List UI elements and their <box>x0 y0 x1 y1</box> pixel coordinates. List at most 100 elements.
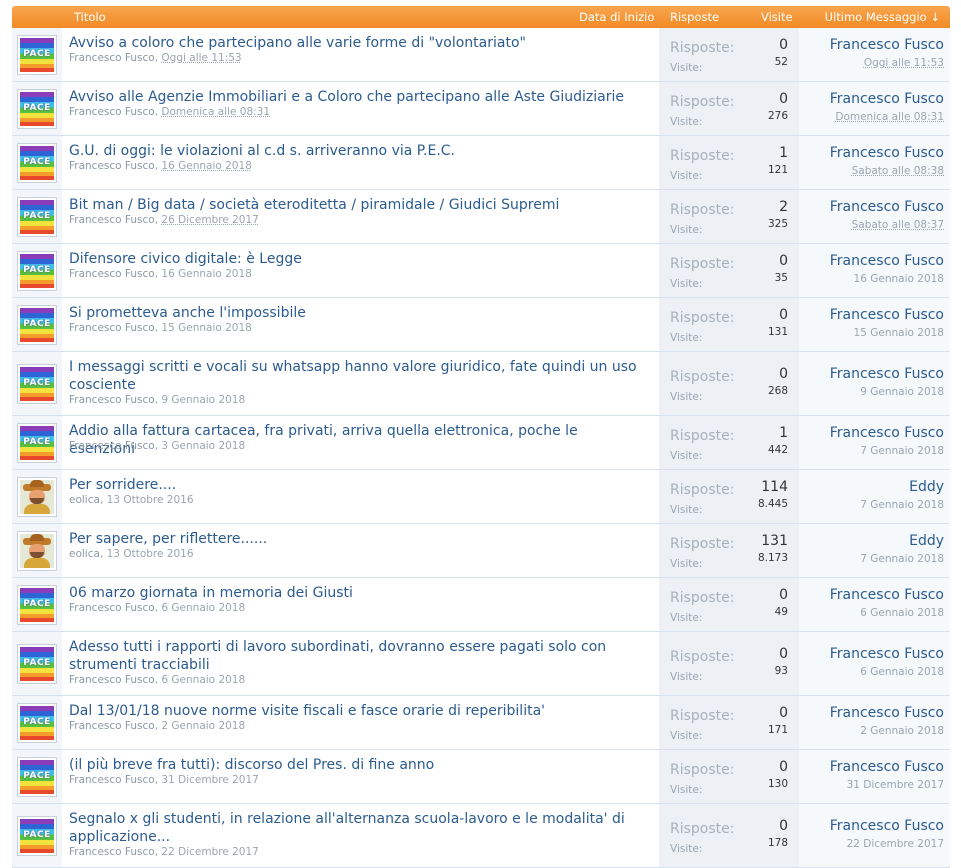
thread-author-link[interactable]: Francesco Fusco <box>69 106 155 118</box>
thread-author-link[interactable]: Francesco Fusco <box>69 440 155 452</box>
sort-by-start-date[interactable]: Data di Inizio <box>579 10 654 24</box>
last-message-user-link[interactable]: Eddy <box>909 479 944 495</box>
thread-author-link[interactable]: eolica <box>69 548 100 560</box>
last-message-user-link[interactable]: Eddy <box>909 533 944 549</box>
thread-start-date[interactable]: 6 Gennaio 2018 <box>161 674 245 686</box>
last-message-date-link[interactable]: 2 Gennaio 2018 <box>860 725 944 737</box>
thread-meta: Francesco Fusco, 2 Gennaio 2018 <box>69 720 246 732</box>
last-message-date-link[interactable]: Oggi alle 11:53 <box>864 57 944 69</box>
thread-author-link[interactable]: eolica <box>69 494 100 506</box>
last-message-user-link[interactable]: Francesco Fusco <box>830 587 944 603</box>
thread-title-link[interactable]: Dal 13/01/18 nuove norme visite fiscali … <box>69 702 644 720</box>
last-message-date-link[interactable]: 6 Gennaio 2018 <box>860 666 944 678</box>
sort-by-last-message[interactable]: Ultimo Messaggio ↓ <box>825 10 940 24</box>
thread-start-date[interactable]: 26 Dicembre 2017 <box>161 214 258 226</box>
thread-author-link[interactable]: Francesco Fusco <box>69 268 155 280</box>
last-message-user-link[interactable]: Francesco Fusco <box>830 646 944 662</box>
avatar[interactable]: PACE <box>17 422 57 463</box>
thread-start-date[interactable]: 31 Dicembre 2017 <box>161 774 258 786</box>
thread-meta: Francesco Fusco, 16 Gennaio 2018 <box>69 268 252 280</box>
last-message-user-link[interactable]: Francesco Fusco <box>830 145 944 161</box>
thread-start-date[interactable]: 3 Gennaio 2018 <box>161 440 245 452</box>
thread-main-cell: I messaggi scritti e vocali su whatsapp … <box>62 352 659 415</box>
thread-start-date[interactable]: 13 Ottobre 2016 <box>107 494 194 506</box>
thread-start-date[interactable]: 13 Ottobre 2016 <box>107 548 194 560</box>
thread-author-link[interactable]: Francesco Fusco <box>69 394 155 406</box>
last-message-date-link[interactable]: 7 Gennaio 2018 <box>860 445 944 457</box>
thread-author-link[interactable]: Francesco Fusco <box>69 52 155 64</box>
thread-title-link[interactable]: Avviso a coloro che partecipano alle var… <box>69 34 644 52</box>
avatar[interactable] <box>17 476 57 517</box>
last-message-date-link[interactable]: 16 Gennaio 2018 <box>854 273 944 285</box>
thread-title-link[interactable]: G.U. di oggi: le violazioni al c.d s. ar… <box>69 142 644 160</box>
last-message-date-link[interactable]: 6 Gennaio 2018 <box>860 607 944 619</box>
thread-author-link[interactable]: Francesco Fusco <box>69 322 155 334</box>
last-message-date-link[interactable]: 9 Gennaio 2018 <box>860 386 944 398</box>
thread-stats-cell: Risposte: 0 Visite: 276 <box>659 82 799 135</box>
last-message-date-link[interactable]: Sabato alle 08:38 <box>852 165 944 177</box>
avatar[interactable]: PACE <box>17 584 57 625</box>
thread-start-date[interactable]: 9 Gennaio 2018 <box>161 394 245 406</box>
last-message-date-link[interactable]: 22 Dicembre 2017 <box>847 838 944 850</box>
last-message-user-link[interactable]: Francesco Fusco <box>830 199 944 215</box>
thread-start-date[interactable]: 6 Gennaio 2018 <box>161 602 245 614</box>
last-message-date-link[interactable]: 31 Dicembre 2017 <box>847 779 944 791</box>
thread-author-link[interactable]: Francesco Fusco <box>69 774 155 786</box>
thread-title-link[interactable]: Bit man / Big data / società eteroditett… <box>69 196 644 214</box>
thread-start-date[interactable]: 2 Gennaio 2018 <box>161 720 245 732</box>
avatar[interactable]: PACE <box>17 363 57 404</box>
avatar[interactable]: PACE <box>17 88 57 129</box>
avatar[interactable]: PACE <box>17 304 57 345</box>
thread-title-link[interactable]: Adesso tutti i rapporti di lavoro subord… <box>69 638 644 674</box>
avatar[interactable] <box>17 530 57 571</box>
sort-by-replies[interactable]: Risposte <box>670 10 719 24</box>
last-message-user-link[interactable]: Francesco Fusco <box>830 366 944 382</box>
last-message-user-link[interactable]: Francesco Fusco <box>830 818 944 834</box>
thread-start-date[interactable]: Oggi alle 11:53 <box>161 52 241 64</box>
thread-start-date[interactable]: 15 Gennaio 2018 <box>161 322 251 334</box>
thread-start-date[interactable]: 16 Gennaio 2018 <box>161 160 251 172</box>
thread-title-link[interactable]: Si prometteva anche l'impossibile <box>69 304 644 322</box>
thread-title-link[interactable]: Per sapere, per riflettere...... <box>69 530 644 548</box>
thread-title-link[interactable]: (il più breve fra tutti): discorso del P… <box>69 756 644 774</box>
avatar[interactable]: PACE <box>17 756 57 797</box>
pace-flag-text: PACE <box>23 770 51 781</box>
avatar[interactable]: PACE <box>17 815 57 856</box>
last-message-user-link[interactable]: Francesco Fusco <box>830 425 944 441</box>
thread-author-link[interactable]: Francesco Fusco <box>69 846 155 858</box>
last-message-user-link[interactable]: Francesco Fusco <box>830 37 944 53</box>
thread-title-link[interactable]: Per sorridere.... <box>69 476 644 494</box>
thread-start-date[interactable]: Domenica alle 08:31 <box>161 106 270 118</box>
sort-by-title[interactable]: Titolo <box>74 10 106 24</box>
thread-title-link[interactable]: Difensore civico digitale: è Legge <box>69 250 644 268</box>
last-message-user-link[interactable]: Francesco Fusco <box>830 705 944 721</box>
thread-title-link[interactable]: 06 marzo giornata in memoria dei Giusti <box>69 584 644 602</box>
thread-author-link[interactable]: Francesco Fusco <box>69 674 155 686</box>
last-message-user-link[interactable]: Francesco Fusco <box>830 759 944 775</box>
last-message-date-link[interactable]: 7 Gennaio 2018 <box>860 499 944 511</box>
last-message-date-link[interactable]: Domenica alle 08:31 <box>835 111 944 123</box>
avatar[interactable]: PACE <box>17 702 57 743</box>
last-message-date-link[interactable]: 15 Gennaio 2018 <box>854 327 944 339</box>
sort-by-views[interactable]: Visite <box>761 10 793 24</box>
thread-author-link[interactable]: Francesco Fusco <box>69 602 155 614</box>
avatar[interactable]: PACE <box>17 142 57 183</box>
last-message-user-link[interactable]: Francesco Fusco <box>830 91 944 107</box>
thread-author-link[interactable]: Francesco Fusco <box>69 720 155 732</box>
last-message-date-link[interactable]: 7 Gennaio 2018 <box>860 553 944 565</box>
thread-title-link[interactable]: Segnalo x gli studenti, in relazione all… <box>69 810 644 846</box>
avatar[interactable]: PACE <box>17 643 57 684</box>
thread-author-link[interactable]: Francesco Fusco <box>69 214 155 226</box>
thread-start-date[interactable]: 16 Gennaio 2018 <box>161 268 251 280</box>
avatar[interactable]: PACE <box>17 196 57 237</box>
last-message-user-link[interactable]: Francesco Fusco <box>830 253 944 269</box>
thread-title-link[interactable]: I messaggi scritti e vocali su whatsapp … <box>69 358 644 394</box>
thread-author-link[interactable]: Francesco Fusco <box>69 160 155 172</box>
avatar[interactable]: PACE <box>17 34 57 75</box>
views-stat: Visite: 276 <box>670 110 788 129</box>
last-message-user-link[interactable]: Francesco Fusco <box>830 307 944 323</box>
avatar[interactable]: PACE <box>17 250 57 291</box>
thread-title-link[interactable]: Avviso alle Agenzie Immobiliari e a Colo… <box>69 88 644 106</box>
last-message-date-link[interactable]: Sabato alle 08:37 <box>852 219 944 231</box>
thread-start-date[interactable]: 22 Dicembre 2017 <box>161 846 258 858</box>
